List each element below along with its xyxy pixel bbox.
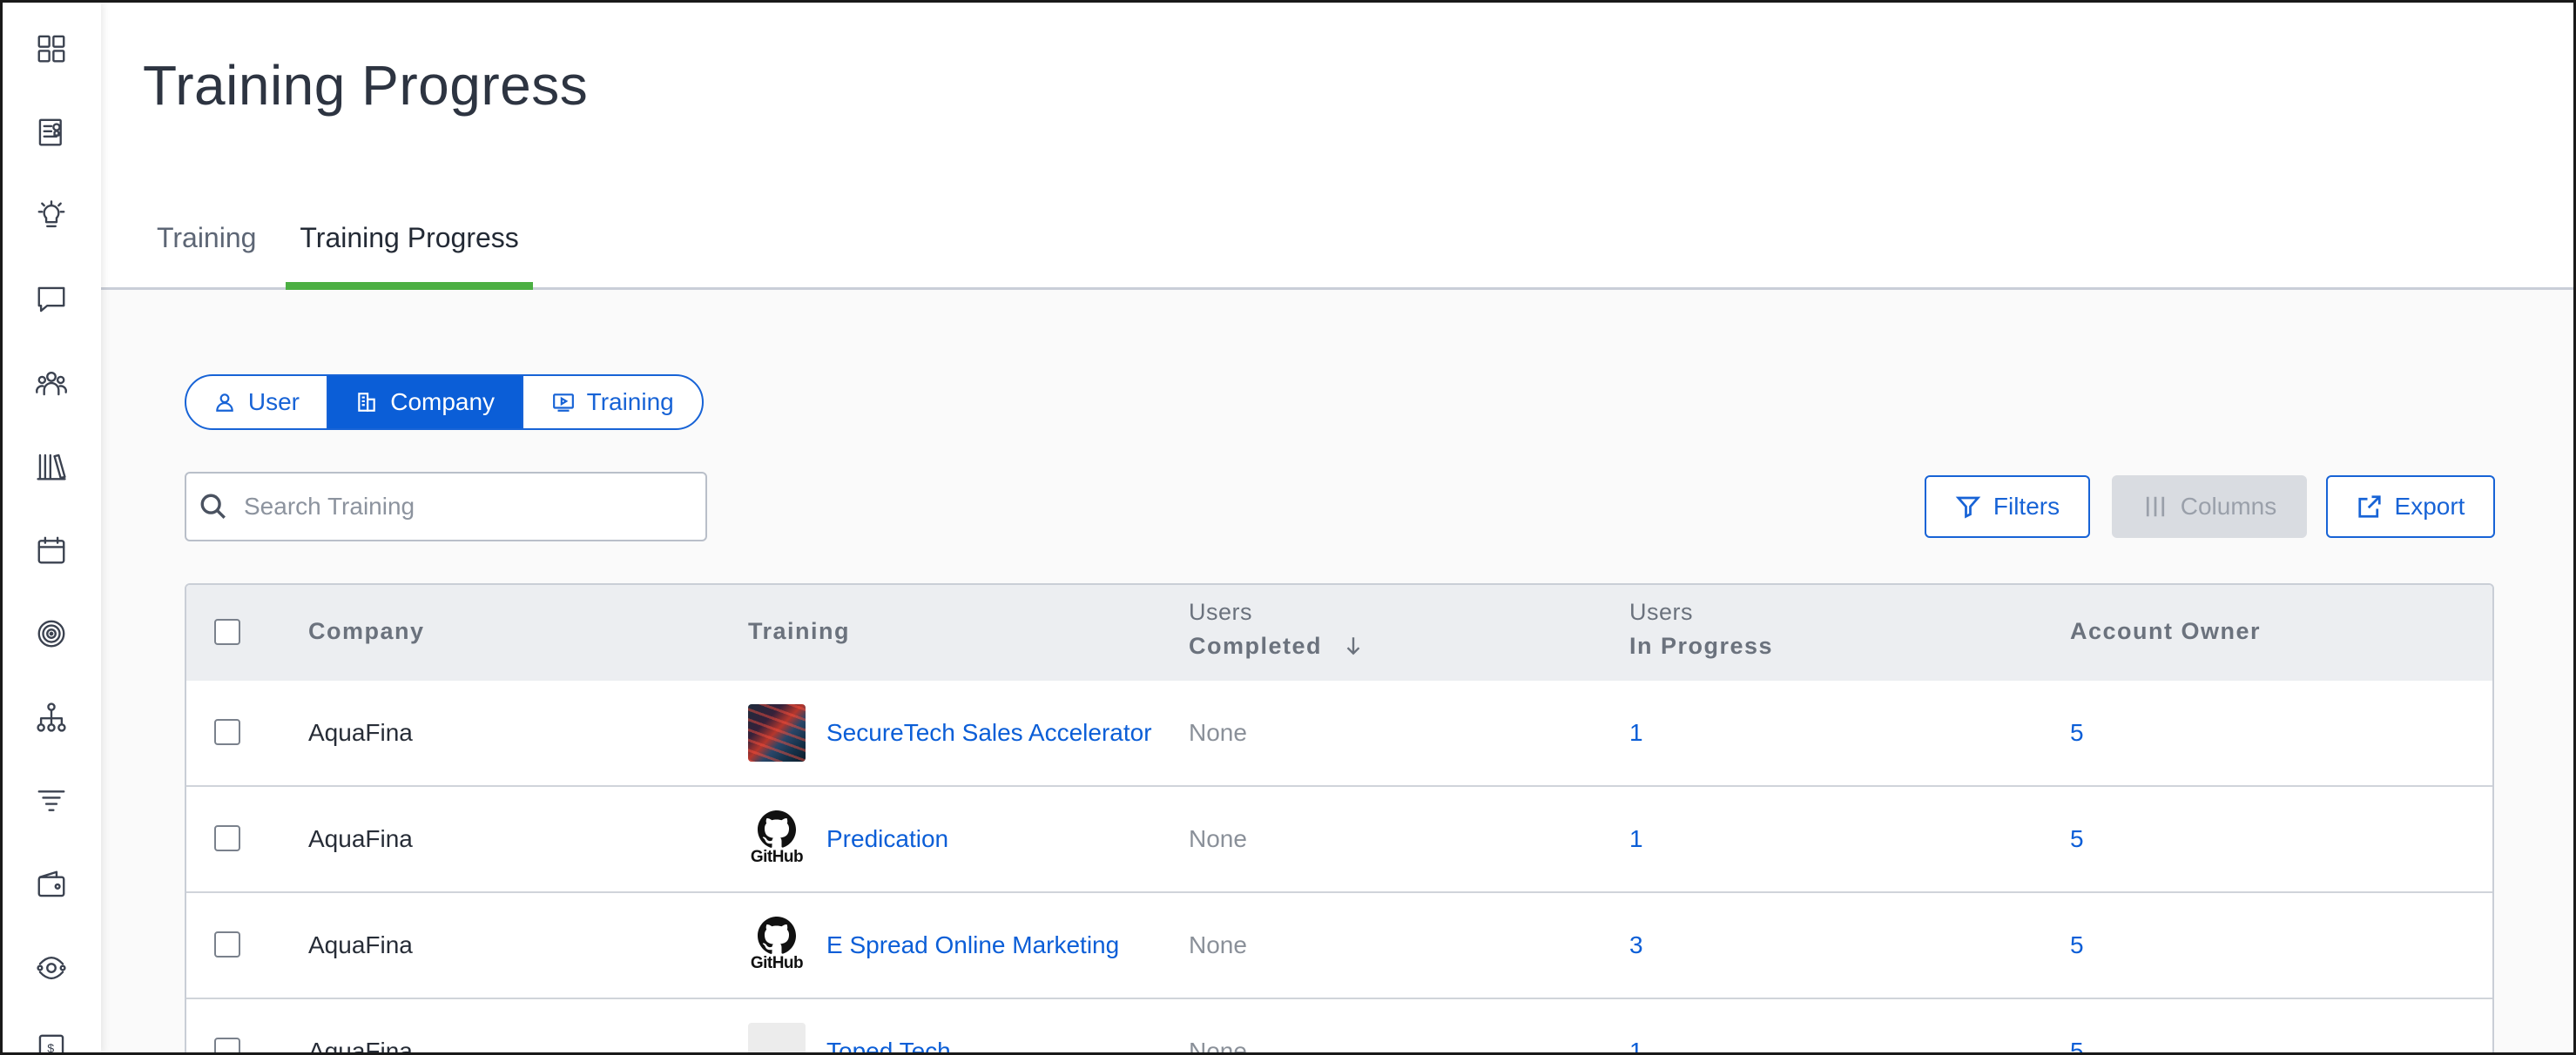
header-users-in-progress[interactable]: Users In Progress [1629,599,1773,660]
org-chart-icon[interactable] [33,699,70,736]
search-input[interactable] [244,493,697,521]
cell-in-progress[interactable]: 3 [1629,893,1643,998]
cell-in-progress[interactable]: 1 [1629,787,1643,891]
cell-completed: None [1189,825,1247,852]
page-header: Training Progress Training Training Prog… [101,3,2573,290]
select-all-checkbox[interactable] [214,619,240,645]
export-button[interactable]: Export [2326,475,2495,538]
header-training[interactable]: Training [748,618,850,645]
header-progress-line2: In Progress [1629,633,1774,659]
columns-icon [2146,496,2164,517]
video-icon [552,393,574,412]
training-thumbnail [748,1023,806,1052]
filters-label: Filters [1993,493,2060,520]
header-account-owner[interactable]: Account Owner [2070,618,2261,645]
cell-company: AquaFina [308,719,413,746]
view-company-label: Company [390,388,496,415]
cell-account-owner[interactable]: 5 [2070,787,2084,891]
table-row[interactable]: AquaFina GitHub Predication None 1 5 [186,787,2492,893]
svg-text:$: $ [47,1042,54,1055]
view-user-button[interactable]: User [186,376,328,428]
thumbnail-caption: GitHub [750,848,804,866]
table-row[interactable]: AquaFina SecureTech Sales Accelerator No… [186,681,2492,787]
sort-desc-icon[interactable] [1342,635,1365,657]
wallet-icon[interactable] [33,866,70,903]
cell-in-progress[interactable]: 1 [1629,999,1643,1052]
chat-icon[interactable] [33,281,70,318]
columns-label: Columns [2180,493,2277,520]
training-link[interactable]: Toped Tech [826,1038,951,1052]
lightbulb-icon[interactable] [33,198,70,234]
sidebar: $ [3,3,101,1052]
external-link-icon [2357,495,2381,518]
row-checkbox[interactable] [214,1038,240,1052]
cell-account-owner[interactable]: 5 [2070,681,2084,785]
training-progress-table: Company Training Users Completed Users I… [185,583,2494,1055]
header-completed-line1: Users [1189,599,1253,625]
main-content: User Company Training Filters Columns [101,292,2573,1052]
billing-icon[interactable]: $ [33,1030,70,1055]
columns-button[interactable]: Columns [2112,475,2307,538]
github-logo-icon [758,917,796,954]
view-training-button[interactable]: Training [522,376,702,428]
header-users-completed[interactable]: Users Completed [1189,599,1365,660]
cell-company: AquaFina [308,931,413,958]
search-box [185,472,707,541]
app-window: $ Training Progress Training Training Pr… [0,0,2576,1055]
user-icon [216,393,233,412]
training-link[interactable]: SecureTech Sales Accelerator [826,719,1152,747]
view-toggle: User Company Training [185,374,704,430]
news-icon[interactable] [33,114,70,151]
cell-account-owner[interactable]: 5 [2070,999,2084,1052]
dashboard-icon[interactable] [33,30,70,67]
cell-training: Toped Tech [748,999,951,1052]
cell-account-owner[interactable]: 5 [2070,893,2084,998]
thumbnail-caption: GitHub [750,954,804,972]
cell-training: GitHub E Spread Online Marketing [748,893,1119,998]
view-user-label: User [247,388,300,415]
training-thumbnail [748,704,806,762]
filters-button[interactable]: Filters [1925,475,2090,538]
tab-training-progress[interactable]: Training Progress [286,212,534,290]
row-checkbox[interactable] [214,825,240,851]
calendar-icon[interactable] [33,532,70,568]
cell-company: AquaFina [308,825,413,852]
training-thumbnail: GitHub [748,810,806,868]
network-icon[interactable] [33,950,70,986]
training-thumbnail: GitHub [748,917,806,974]
cell-training: SecureTech Sales Accelerator [748,681,1152,785]
github-logo-icon [758,810,796,848]
cell-completed: None [1189,1038,1247,1055]
view-training-label: Training [586,388,674,415]
team-icon[interactable] [33,365,70,401]
cell-in-progress[interactable]: 1 [1629,681,1643,785]
tab-bar: Training Training Progress [143,212,534,290]
tab-training[interactable]: Training [143,212,270,287]
header-progress-line1: Users [1629,599,1694,625]
training-link[interactable]: Predication [826,825,948,853]
page-title: Training Progress [143,54,589,117]
table-row[interactable]: AquaFina Toped Tech None 1 5 [186,999,2492,1055]
cell-company: AquaFina [308,1038,413,1055]
header-company[interactable]: Company [308,618,425,645]
target-icon[interactable] [33,615,70,652]
building-icon [358,393,375,412]
search-icon [200,494,226,519]
view-company-button[interactable]: Company [327,376,523,428]
row-checkbox[interactable] [214,931,240,958]
cell-completed: None [1189,719,1247,746]
filter-lines-icon[interactable] [33,783,70,819]
export-label: Export [2394,493,2465,520]
filter-icon [1955,496,1981,519]
header-completed-line2: Completed [1189,633,1323,659]
table-header: Company Training Users Completed Users I… [186,585,2492,681]
library-icon[interactable] [33,448,70,485]
cell-training: GitHub Predication [748,787,948,891]
table-row[interactable]: AquaFina GitHub E Spread Online Marketin… [186,893,2492,999]
training-link[interactable]: E Spread Online Marketing [826,931,1119,959]
cell-completed: None [1189,931,1247,958]
row-checkbox[interactable] [214,719,240,745]
